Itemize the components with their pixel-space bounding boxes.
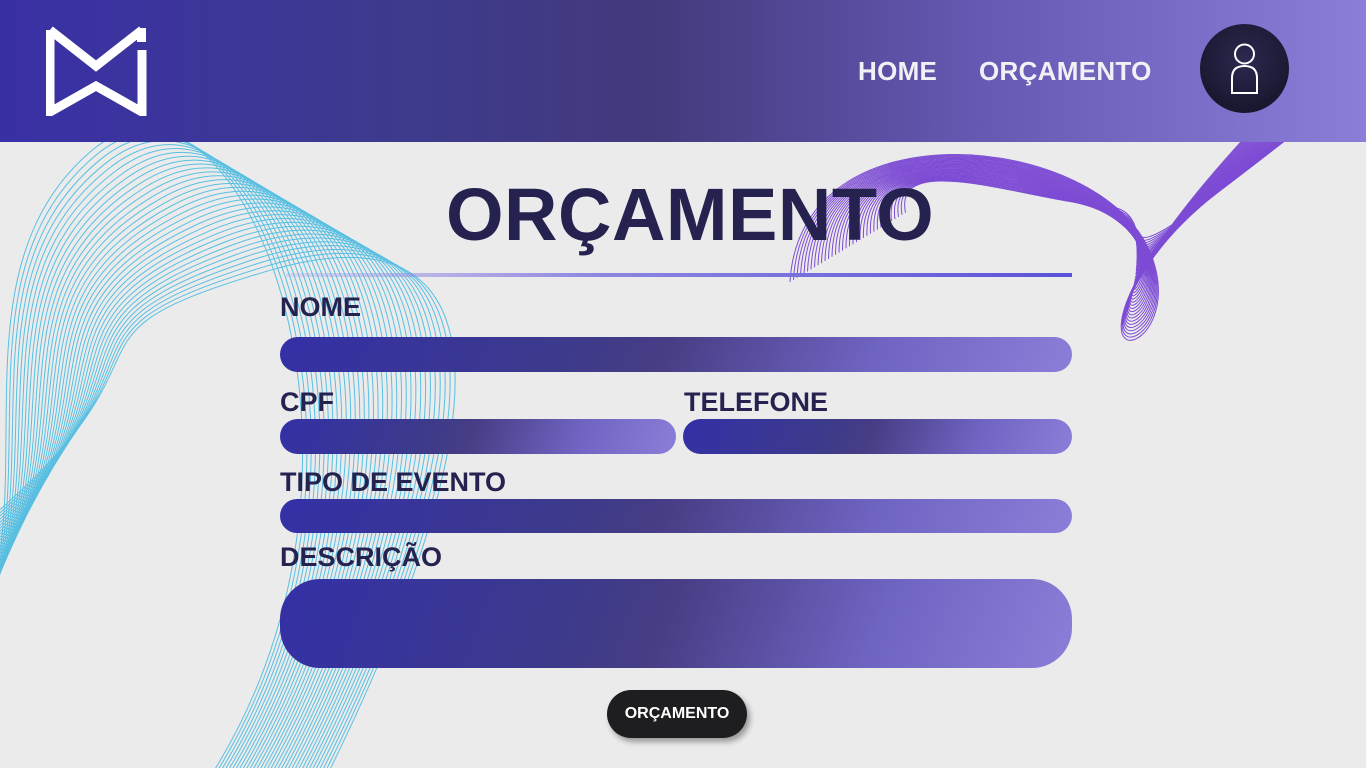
- left-wave-lines: [0, 142, 456, 768]
- nav-orcamento-link[interactable]: ORÇAMENTO: [979, 56, 1152, 87]
- nome-input[interactable]: [280, 337, 1072, 372]
- descricao-textarea[interactable]: [280, 579, 1072, 668]
- cpf-input[interactable]: [280, 419, 676, 454]
- nome-label: NOME: [280, 292, 361, 322]
- mi-monogram-logo[interactable]: [46, 26, 148, 116]
- tipo-evento-input[interactable]: [280, 499, 1072, 533]
- title-divider: [286, 273, 1072, 277]
- telefone-input[interactable]: [683, 419, 1072, 454]
- page-title: ORÇAMENTO: [446, 173, 935, 256]
- tipo-evento-label: TIPO DE EVENTO: [280, 467, 507, 497]
- top-header: HOME ORÇAMENTO: [0, 0, 1366, 142]
- cpf-label: CPF: [280, 387, 334, 417]
- orcamento-submit-button[interactable]: ORÇAMENTO: [607, 690, 747, 738]
- user-avatar-button[interactable]: [1200, 24, 1289, 113]
- telefone-label: TELEFONE: [684, 387, 829, 417]
- descricao-label: DESCRIÇÃO: [280, 542, 443, 572]
- user-icon: [1231, 43, 1258, 94]
- nav-home-link[interactable]: HOME: [858, 56, 937, 87]
